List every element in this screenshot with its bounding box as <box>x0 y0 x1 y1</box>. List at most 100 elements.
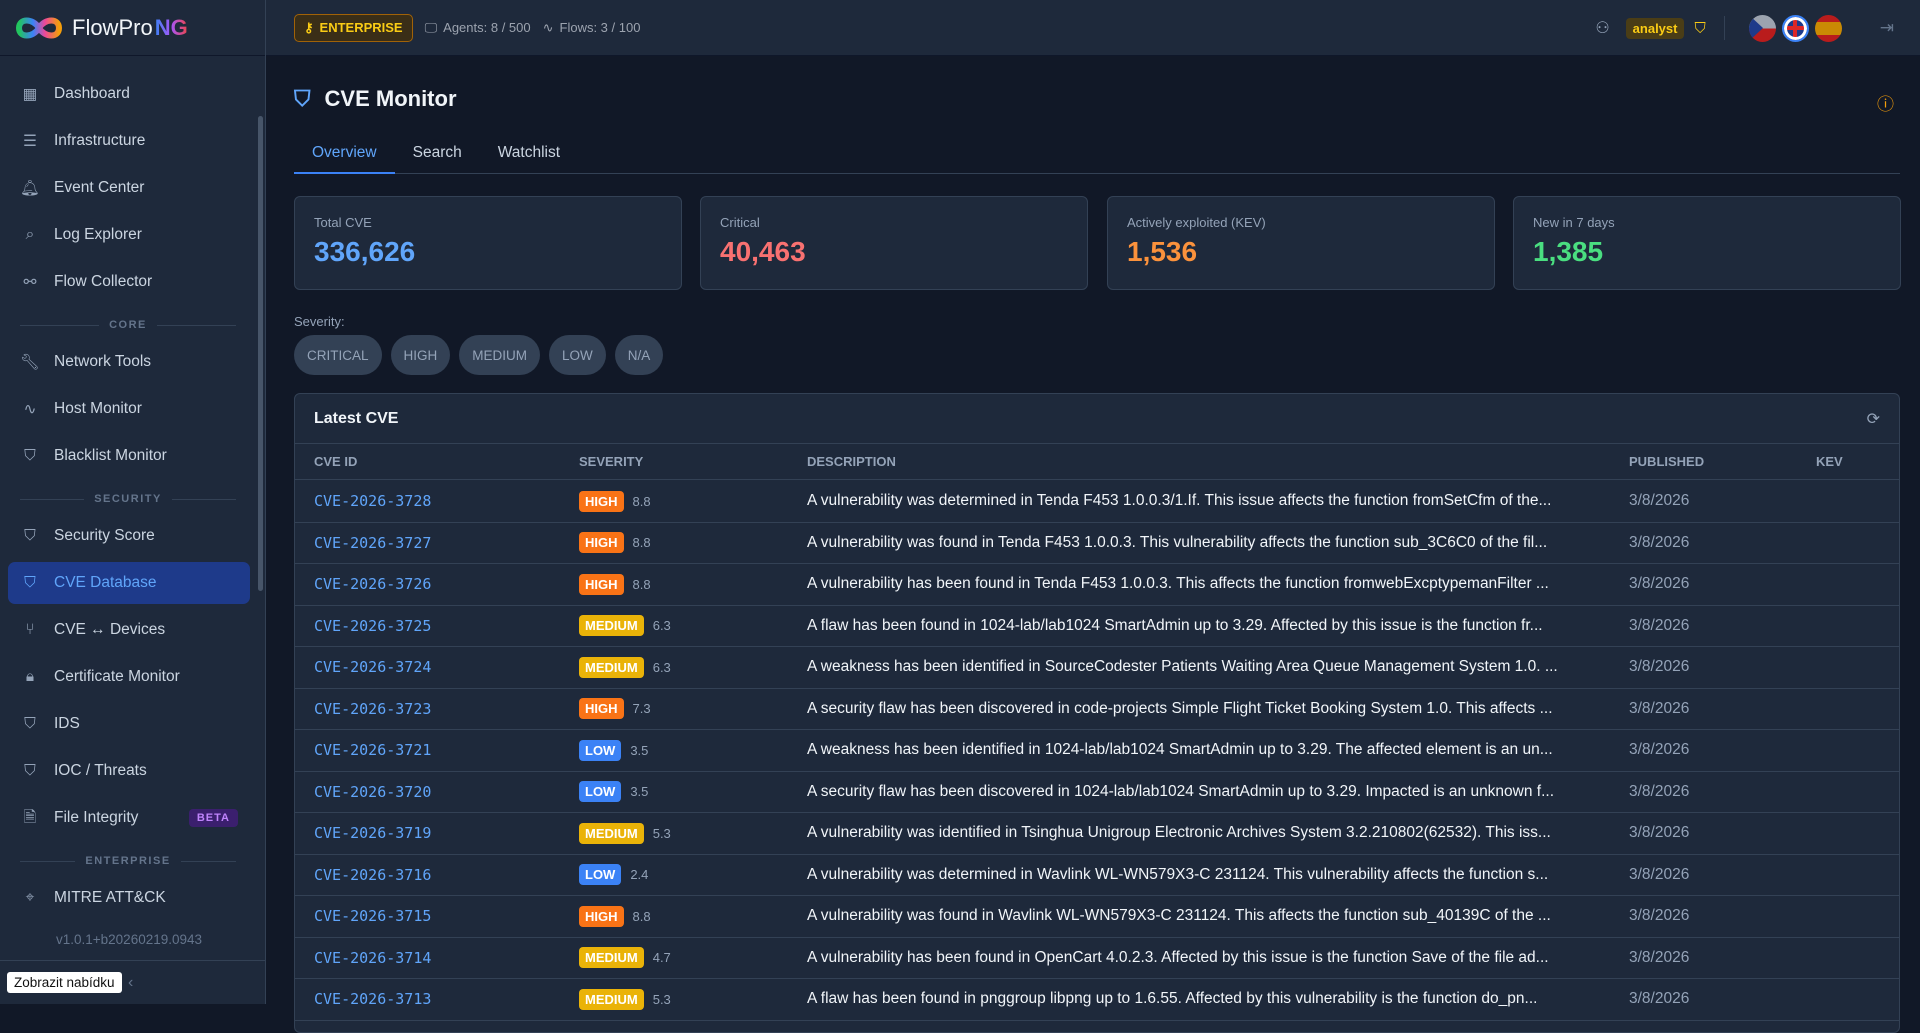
filter-na[interactable]: N/A <box>614 335 664 375</box>
table-row[interactable]: CVE-2026-3721 LOW 3.5 A weakness has been… <box>295 730 1899 772</box>
lock-icon: 🔒︎ <box>25 668 35 685</box>
user-icon[interactable]: ⚇ <box>1595 18 1609 38</box>
sidebar-scrollbar[interactable] <box>258 116 263 591</box>
cvss-score: 8.8 <box>632 493 651 509</box>
logout-icon[interactable]: ⇥ <box>1880 18 1894 38</box>
table-row[interactable]: CVE-2026-3726 HIGH 8.8 A vulnerability ha… <box>295 564 1899 606</box>
sidebar-item-infrastructure[interactable]: ☰ Infrastructure <box>8 120 250 162</box>
cve-id-link[interactable]: CVE-2026-3725 <box>314 617 431 635</box>
sidebar-item-mitre-attack[interactable]: ⌖ MITRE ATT&CK <box>8 877 250 919</box>
stat-label: Actively exploited (KEV) <box>1127 215 1266 230</box>
sidebar-item-ioc-threats[interactable]: ⛉ IOC / Threats <box>8 750 250 792</box>
tab-watchlist[interactable]: Watchlist <box>480 138 578 174</box>
tab-search[interactable]: Search <box>395 138 480 174</box>
sidebar-item-cve-devices[interactable]: ⑂ CVE ↔ Devices <box>8 609 250 651</box>
table-row[interactable]: CVE-2026-3725 MEDIUM 6.3 A flaw has been … <box>295 606 1899 647</box>
cve-id-link[interactable]: CVE-2026-3719 <box>314 824 431 842</box>
sidebar-item-host-monitor[interactable]: ∿ Host Monitor <box>8 388 250 430</box>
column-cve-id[interactable]: CVE ID <box>314 454 357 469</box>
sidebar-item-file-integrity[interactable]: 🗎 File Integrity BETA <box>8 797 250 839</box>
column-kev[interactable]: KEV <box>1816 454 1843 469</box>
column-description[interactable]: DESCRIPTION <box>807 454 1597 469</box>
sidebar-item-label: Blacklist Monitor <box>54 447 167 464</box>
search-icon: ⌕ <box>25 226 35 243</box>
cve-id-link[interactable]: CVE-2026-3723 <box>314 700 431 718</box>
filter-medium[interactable]: MEDIUM <box>459 335 541 375</box>
stat-label: New in 7 days <box>1533 215 1615 230</box>
collapse-chevron-icon[interactable]: ‹ <box>128 974 133 992</box>
sidebar-item-network-tools[interactable]: 🔧︎ Network Tools <box>8 341 250 383</box>
sidebar-item-label: Host Monitor <box>54 400 142 417</box>
activity-icon: ∿ <box>23 400 37 418</box>
shield-check-icon: ⛉ <box>294 86 311 111</box>
cve-id-link[interactable]: CVE-2026-3724 <box>314 658 431 676</box>
cve-id-link[interactable]: CVE-2026-3726 <box>314 575 431 593</box>
shield-alert-icon[interactable]: ⛉ <box>1694 20 1705 37</box>
column-published[interactable]: PUBLISHED <box>1629 454 1704 469</box>
sidebar-item-ids[interactable]: ⛉ IDS <box>8 703 250 745</box>
flag-cs-button[interactable] <box>1748 14 1776 42</box>
sidebar-item-security-score[interactable]: ⛉ Security Score <box>8 515 250 557</box>
cvss-score: 8.8 <box>632 535 651 551</box>
cve-id-link[interactable]: CVE-2026-3727 <box>314 534 431 552</box>
sidebar-item-blacklist-monitor[interactable]: ⛉ Blacklist Monitor <box>8 435 250 477</box>
help-icon[interactable]: ⓘ <box>1877 90 1894 115</box>
table-row[interactable]: CVE-2026-3719 MEDIUM 5.3 A vulnerability … <box>295 813 1899 855</box>
cvss-score: 5.3 <box>652 825 671 841</box>
sidebar-item-flow-collector[interactable]: ⚯ Flow Collector <box>8 261 250 303</box>
cvss-score: 5.3 <box>652 991 671 1007</box>
severity-badge: LOW <box>579 739 622 761</box>
table-row[interactable]: CVE-2026-3723 HIGH 7.3 A security flaw ha… <box>295 689 1899 730</box>
table-row[interactable]: CVE-2026-3728 HIGH 8.8 A vulnerability wa… <box>295 481 1899 523</box>
monitor-icon: 🖵 <box>424 19 438 35</box>
agents-label: Agents: 8 / 500 <box>443 20 531 35</box>
stat-card-kev: Actively exploited (KEV) 1,536 <box>1107 196 1495 290</box>
tab-overview[interactable]: Overview <box>294 138 395 174</box>
filter-low[interactable]: LOW <box>549 335 606 375</box>
published-date: 3/8/2026 <box>1629 575 1690 593</box>
cve-id-link[interactable]: CVE-2026-3716 <box>314 866 431 884</box>
table-row[interactable]: CVE-2026-3716 LOW 2.4 A vulnerability was… <box>295 855 1899 896</box>
description: A vulnerability was determined in Tenda … <box>807 492 1552 510</box>
cve-id-link[interactable]: CVE-2026-3728 <box>314 492 431 510</box>
severity-badge: HIGH <box>579 532 624 554</box>
sidebar-item-label: MITRE ATT&CK <box>54 889 166 906</box>
table-header: CVE ID SEVERITY DESCRIPTION PUBLISHED KE… <box>295 444 1899 480</box>
flag-es-button[interactable] <box>1814 14 1842 42</box>
severity-badge: HIGH <box>579 698 624 720</box>
cvss-score: 6.3 <box>652 618 671 634</box>
sidebar-item-dashboard[interactable]: ▦ Dashboard <box>8 73 250 115</box>
table-row[interactable]: CVE-2026-3727 HIGH 8.8 A vulnerability wa… <box>295 523 1899 564</box>
cve-id-link[interactable]: CVE-2026-3713 <box>314 990 431 1008</box>
refresh-icon[interactable]: ⟳ <box>1867 409 1880 429</box>
description: A vulnerability was identified in Tsingh… <box>807 824 1551 842</box>
section-core: CORE <box>20 319 236 331</box>
cve-id-link[interactable]: CVE-2026-3720 <box>314 783 431 801</box>
description: A vulnerability was determined in Wavlin… <box>807 865 1549 883</box>
table-row[interactable]: CVE-2026-3724 MEDIUM 6.3 A weakness has b… <box>295 647 1899 689</box>
table-row[interactable]: CVE-2026-3715 HIGH 8.8 A vulnerability wa… <box>295 896 1899 938</box>
sidebar-item-cve-database[interactable]: ⛉ CVE Database <box>8 562 250 604</box>
description: A vulnerability has been found in Tenda … <box>807 575 1549 593</box>
stat-card-critical: Critical 40,463 <box>700 196 1088 290</box>
column-severity[interactable]: SEVERITY <box>579 454 643 469</box>
logo[interactable]: FlowPro NG <box>0 0 266 56</box>
filter-critical[interactable]: CRITICAL <box>294 335 382 375</box>
description: A weakness has been identified in Source… <box>807 658 1558 676</box>
sidebar-item-log-explorer[interactable]: ⌕ Log Explorer <box>8 214 250 256</box>
sidebar-item-certificate-monitor[interactable]: 🔒︎ Certificate Monitor <box>8 656 250 698</box>
cve-id-link[interactable]: CVE-2026-3714 <box>314 949 431 967</box>
infinity-logo-icon <box>15 17 63 38</box>
table-row[interactable]: CVE-2026-3713 MEDIUM 5.3 A flaw has been … <box>295 979 1899 1021</box>
table-row[interactable]: CVE-2026-3714 MEDIUM 4.7 A vulnerability … <box>295 938 1899 979</box>
table-row[interactable]: CVE-2026-3720 LOW 3.5 A security flaw has… <box>295 772 1899 813</box>
cve-id-link[interactable]: CVE-2026-3715 <box>314 907 431 925</box>
network-icon: ⚯ <box>23 273 37 291</box>
license-badge[interactable]: ⚷ ENTERPRISE <box>294 13 413 42</box>
stat-value: 40,463 <box>720 236 806 267</box>
flag-en-button[interactable] <box>1781 14 1809 42</box>
cve-id-link[interactable]: CVE-2026-3721 <box>314 741 431 759</box>
sidebar-item-event-center[interactable]: 🔔︎ Event Center <box>8 167 250 209</box>
cvss-score: 8.8 <box>632 908 651 924</box>
filter-high[interactable]: HIGH <box>390 335 451 375</box>
